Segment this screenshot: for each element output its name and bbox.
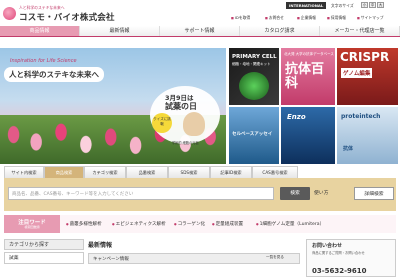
tab-site-search[interactable]: サイト内検索 [4,166,44,178]
banner-big: 抗体百科 [285,62,325,91]
search-input[interactable]: 商品名、品番、CAS番号、キーワード等を入力してください [8,187,274,200]
font-size-large-button[interactable]: 大 [377,2,384,8]
nav-support[interactable]: サポート情報 [160,26,240,36]
primary-cell-banner[interactable]: PRIMARY CELL 細胞・培地・関連キット [229,48,279,105]
mascot-caption: 学術的 細胞の元祖 [172,141,199,145]
tab-category-search[interactable]: カテゴリ検索 [84,166,126,178]
crispr-banner[interactable]: CRISPR ゲノム編集 [337,48,398,105]
contact-tel[interactable]: 03-5632-9610 [312,267,367,275]
advanced-search-button[interactable]: 詳細検索 [354,187,394,200]
international-link[interactable]: INTERNATIONAL [286,2,327,9]
search-button[interactable]: 検索 [280,187,310,200]
enzo-banner[interactable]: Enzo [281,107,335,164]
main-nav: 商品情報 最新情報 サポート情報 カタログ請求 メーカー・代理店一覧 [0,26,400,37]
tab-code-search[interactable]: 品番検索 [126,166,168,178]
company-name[interactable]: コスモ・バイオ株式会社 [19,11,115,23]
cell-image [239,72,269,100]
banner-top: 北大発 大学の抗体データベース [284,52,334,56]
category-item[interactable]: 試薬 [4,252,84,264]
contact-link[interactable]: お問合せ [265,15,284,21]
font-size-medium-button[interactable]: 中 [369,2,376,8]
contact-sub: 商品に関するご質問・お問い合わせ [312,251,365,255]
banner-sub: 細胞・培地・関連キット [232,62,271,66]
tab-sds-search[interactable]: SDS検索 [168,166,210,178]
cell-assay-banner[interactable]: セルベースアッセイ [229,107,279,164]
hot-word-item[interactable]: 菌叢多様性解析 [66,221,102,227]
hero-event-day: 試薬の日 [165,102,197,111]
banner-sub: 抗体 [343,146,354,152]
antibody-encyclopedia-banner[interactable]: 北大発 大学の抗体データベース 抗体百科 [281,48,335,105]
news-title: 最新情報 [88,242,113,249]
banner-title: セルベースアッセイ [232,132,273,137]
banner-title: proteintech [341,113,381,120]
hot-word-item[interactable]: コラーゲン化 [174,221,206,227]
hot-word-item[interactable]: 定量組成装置 [212,221,244,227]
sitemap-link[interactable]: サイトマップ [357,15,384,21]
get-id-link[interactable]: IDを取得 [231,15,250,21]
font-size-small-button[interactable]: 小 [361,2,368,8]
news-more-link[interactable]: 一覧を見る [266,255,284,260]
hot-word-item[interactable]: 1細胞ゲノム定量（Lumitera） [256,221,325,227]
nav-news[interactable]: 最新情報 [80,26,160,36]
contact-title: お問い合わせ [312,243,343,249]
tab-article-search[interactable]: 記事ID検索 [210,166,252,178]
company-info-link[interactable]: 企業情報 [297,15,316,21]
nav-makers[interactable]: メーカー・代理店一覧 [320,26,400,36]
category-heading: カテゴリから探す [4,239,84,250]
font-size-label: 文字のサイズ [331,2,354,8]
hero-inspiration: Inspiration for Life Science [10,58,77,64]
hero-headline: 人と科学のステキな未来へ [4,67,104,82]
tab-cas-search[interactable]: CAS番号検索 [252,166,298,178]
recruit-link[interactable]: 採用情報 [327,15,346,21]
banner-title: PRIMARY CELL [232,54,277,60]
hot-word-item[interactable]: エピジェネティクス解析 [112,221,166,227]
proteintech-banner[interactable]: proteintech 抗体 [337,107,398,164]
banner-title: Enzo [287,113,306,121]
hot-words-sub: 検索回数順 [24,225,40,229]
mascot-illustration [183,112,205,136]
company-logo[interactable] [3,7,16,20]
nav-catalog[interactable]: カタログ請求 [240,26,320,36]
hot-words-label: 注目ワード [4,215,60,233]
quiz-badge[interactable]: クイズに挑戦 [152,113,172,133]
tab-product-search[interactable]: 商品検索 [44,166,84,178]
nav-products[interactable]: 商品情報 [0,26,80,36]
howto-link[interactable]: 使い方 [314,189,328,196]
banner-sub: ゲノム編集 [341,68,373,78]
banner-title: CRISPR [340,50,390,64]
search-tabs: サイト内検索 商品検索 カテゴリ検索 品番検索 SDS検索 記事ID検索 CAS… [4,166,380,178]
